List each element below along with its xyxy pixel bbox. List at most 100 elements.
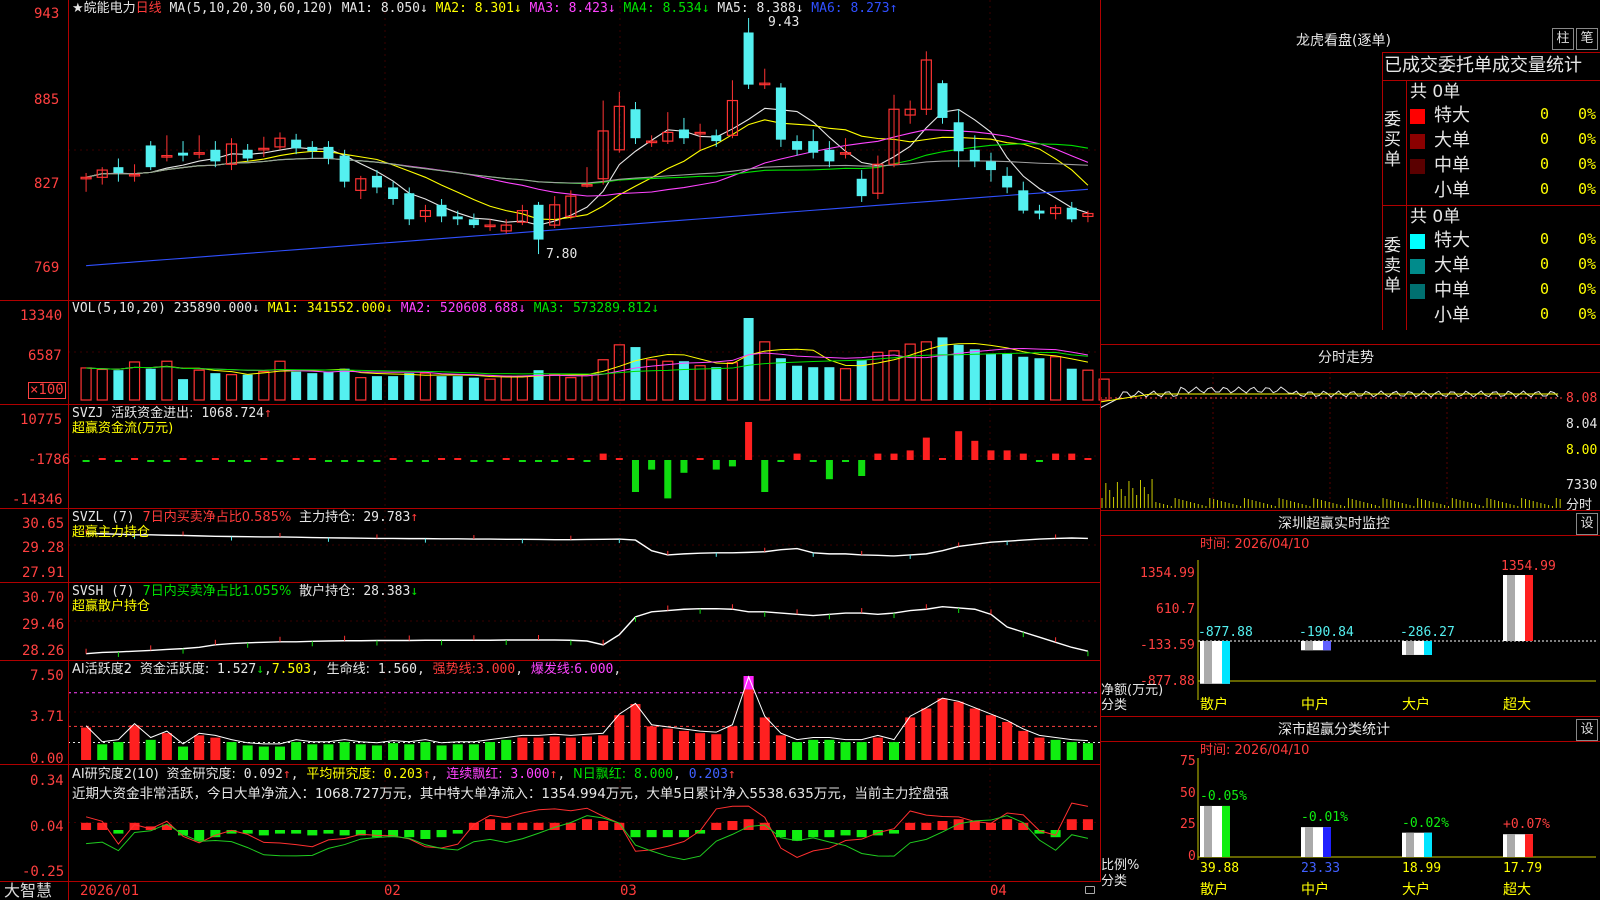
- vol-bar: [452, 376, 463, 400]
- svzj-bar: [163, 460, 171, 462]
- ai1-bar: [178, 746, 189, 760]
- vol-bar: [630, 347, 641, 400]
- ai2-bar: [113, 830, 124, 834]
- ai2-bar: [339, 830, 350, 836]
- ai1-bar: [1002, 721, 1013, 760]
- classify-settings-button[interactable]: 设: [1576, 719, 1598, 741]
- vol-bar: [291, 371, 302, 400]
- ai2-bar: [501, 822, 512, 830]
- svzj-bar: [147, 460, 155, 462]
- svzj-bar: [890, 453, 898, 460]
- vol-bar: [839, 368, 852, 401]
- monitor-tick-0: 1354.99: [1140, 566, 1195, 581]
- row-value: 0: [1540, 255, 1550, 273]
- ai1-bar: [291, 742, 302, 760]
- classify-bar-shade: [1507, 834, 1515, 857]
- ai2-bar: [258, 830, 269, 836]
- monitor-bar-shade: [1507, 575, 1515, 641]
- ai2-bar: [452, 830, 463, 834]
- row-percent: 0%: [1578, 305, 1597, 323]
- svzj-bar: [761, 460, 769, 492]
- fenshi-top-line: [1100, 372, 1600, 373]
- price-tick-2: 827: [34, 176, 60, 192]
- vol-bar: [468, 377, 479, 400]
- svsh-subtitle: 超赢散户持仓: [72, 599, 151, 614]
- svzj-bar: [1019, 453, 1027, 460]
- svzj-bar: [745, 422, 753, 460]
- vol-bar: [597, 359, 609, 401]
- ai2-tick-0: 0.34: [30, 773, 64, 789]
- classify-bar-delta: -0.01%: [1301, 810, 1348, 826]
- ma-item-2: MA2: 8.301↓: [427, 1, 522, 16]
- classify-ylabel: 比例%: [1101, 858, 1140, 873]
- stock-title[interactable]: ★皖能电力: [72, 1, 136, 16]
- swatch-特大: [1410, 109, 1425, 124]
- candle-body: [969, 149, 980, 162]
- kline-chart-area[interactable]: [0, 0, 1600, 900]
- ai2-bar: [662, 830, 673, 838]
- svzj-bar: [373, 460, 381, 462]
- x-tick-2: 03: [620, 883, 637, 899]
- svzj-bar: [906, 450, 914, 460]
- ai2-bar: [953, 819, 964, 830]
- svzj-bar: [502, 458, 510, 460]
- svzj-bar: [421, 460, 429, 462]
- monitor-time: 时间: 2026/04/10: [1200, 537, 1310, 552]
- lock-icon[interactable]: [1085, 886, 1095, 894]
- zhu-button[interactable]: 柱: [1552, 28, 1574, 50]
- bi-button[interactable]: 笔: [1576, 28, 1598, 50]
- classify-bar-shade: [1406, 832, 1414, 857]
- ai2-bar: [436, 830, 447, 838]
- ai1-bar: [161, 733, 172, 760]
- ai1-bar: [889, 742, 900, 760]
- ai1-bar: [646, 726, 657, 760]
- svzj-bar: [858, 460, 866, 476]
- swatch-大单: [1410, 134, 1425, 149]
- svzl-tick-0: 30.65: [22, 516, 65, 532]
- svzj-bar: [98, 458, 106, 460]
- vol-bar: [307, 373, 318, 400]
- classify-bar-delta: -0.02%: [1402, 815, 1449, 831]
- svzj-bar: [551, 460, 559, 462]
- period-label[interactable]: 日线: [136, 1, 162, 16]
- monitor-settings-button[interactable]: 设: [1576, 513, 1598, 535]
- fenshi-tick-2: 8.00: [1566, 443, 1598, 458]
- candle-body: [856, 178, 867, 197]
- vol-bar: [339, 368, 350, 400]
- vol-bar: [937, 337, 948, 400]
- svzj-bar: [680, 460, 688, 473]
- ai2-bar: [824, 830, 835, 838]
- svzj-bar: [1052, 453, 1060, 460]
- monitor-bar-accent: [1222, 641, 1230, 684]
- svzl-subtitle: 超赢主力持仓: [72, 525, 151, 540]
- monitor-tick-2: -133.59: [1140, 638, 1195, 653]
- vol-ma-item-3: MA3: 573289.812↓: [525, 301, 660, 316]
- ai1-bar: [727, 726, 738, 760]
- ai1-bar: [468, 744, 479, 760]
- ai2-bar: [1050, 830, 1061, 838]
- ai1-bar: [323, 744, 334, 760]
- classify-bar-category: 中户: [1301, 882, 1329, 898]
- ma-header: MA(5,10,20,30,60,120): [169, 1, 334, 16]
- sell-total: 共 0单: [1410, 207, 1461, 227]
- candle-body: [985, 161, 996, 171]
- row-value: 0: [1540, 155, 1550, 173]
- candle-body: [371, 175, 382, 188]
- svzj-tick-1: -1786: [28, 452, 71, 468]
- svzj-bar: [1035, 460, 1043, 462]
- vol-bar: [549, 374, 561, 401]
- svzj-bar: [1003, 450, 1011, 460]
- ai1-bar: [274, 746, 285, 760]
- svzj-bar: [470, 460, 478, 462]
- ai2-bar: [985, 822, 996, 830]
- swatch-大单: [1410, 259, 1425, 274]
- vol-bar: [145, 368, 156, 400]
- vol-bar: [969, 349, 980, 400]
- vol-bar: [80, 367, 92, 401]
- candle-body: [937, 83, 948, 118]
- monitor-bar-value: -190.84: [1299, 625, 1354, 640]
- monitor-bar-category: 散户: [1200, 697, 1228, 713]
- monitor-tick-1: 610.7: [1156, 602, 1196, 617]
- stats-left-border: [1382, 52, 1383, 330]
- ai1-bar: [759, 717, 770, 760]
